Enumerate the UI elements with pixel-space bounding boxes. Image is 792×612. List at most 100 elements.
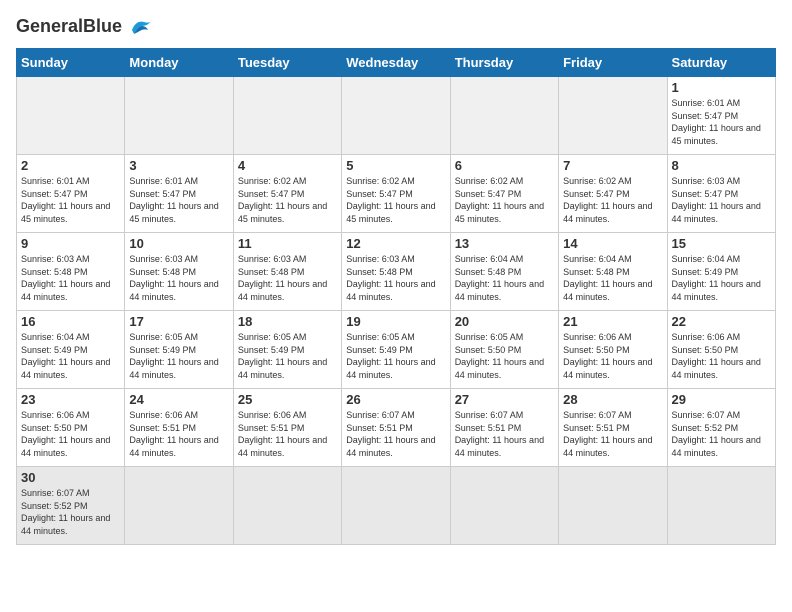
day-info: Sunrise: 6:07 AMSunset: 5:51 PMDaylight:… [455, 409, 554, 459]
week-row-0: 1 Sunrise: 6:01 AMSunset: 5:47 PMDaylight… [17, 77, 776, 155]
day-number: 7 [563, 158, 662, 173]
calendar-cell: 3Sunrise: 6:01 AMSunset: 5:47 PMDaylight… [125, 155, 233, 233]
weekday-header-tuesday: Tuesday [233, 49, 341, 77]
day-number: 12 [346, 236, 445, 251]
day-number: 13 [455, 236, 554, 251]
day-number: 22 [672, 314, 771, 329]
week-row-2: 9Sunrise: 6:03 AMSunset: 5:48 PMDaylight… [17, 233, 776, 311]
calendar-cell [559, 77, 667, 155]
day-info: Sunrise: 6:03 AMSunset: 5:47 PMDaylight:… [672, 175, 771, 225]
day-info: Sunrise: 6:04 AMSunset: 5:48 PMDaylight:… [455, 253, 554, 303]
day-number: 1 [672, 80, 771, 95]
weekday-header-thursday: Thursday [450, 49, 558, 77]
day-number: 19 [346, 314, 445, 329]
calendar-table: SundayMondayTuesdayWednesdayThursdayFrid… [16, 48, 776, 545]
calendar-cell: 11 Sunrise: 6:03 AMSunset: 5:48 PMDayligh… [233, 233, 341, 311]
day-number: 29 [672, 392, 771, 407]
day-info: Sunrise: 6:02 AMSunset: 5:47 PMDaylight:… [238, 175, 337, 225]
weekday-header-row: SundayMondayTuesdayWednesdayThursdayFrid… [17, 49, 776, 77]
day-number: 28 [563, 392, 662, 407]
calendar-cell: 21 Sunrise: 6:06 AMSunset: 5:50 PMDayligh… [559, 311, 667, 389]
calendar-cell [233, 77, 341, 155]
calendar-cell: 6 Sunrise: 6:02 AMSunset: 5:47 PMDaylight… [450, 155, 558, 233]
calendar-cell: 27 Sunrise: 6:07 AMSunset: 5:51 PMDayligh… [450, 389, 558, 467]
calendar-cell: 29Sunrise: 6:07 AMSunset: 5:52 PMDayligh… [667, 389, 775, 467]
calendar-cell: 9Sunrise: 6:03 AMSunset: 5:48 PMDaylight… [17, 233, 125, 311]
day-number: 5 [346, 158, 445, 173]
calendar-cell: 26Sunrise: 6:07 AMSunset: 5:51 PMDayligh… [342, 389, 450, 467]
calendar-cell [450, 77, 558, 155]
calendar-cell: 10Sunrise: 6:03 AMSunset: 5:48 PMDayligh… [125, 233, 233, 311]
header: General Blue [16, 16, 776, 40]
day-info: Sunrise: 6:06 AMSunset: 5:50 PMDaylight:… [21, 409, 120, 459]
day-info: Sunrise: 6:05 AMSunset: 5:49 PMDaylight:… [346, 331, 445, 381]
weekday-header-friday: Friday [559, 49, 667, 77]
day-info: Sunrise: 6:03 AMSunset: 5:48 PMDaylight:… [238, 253, 337, 303]
day-number: 16 [21, 314, 120, 329]
day-number: 21 [563, 314, 662, 329]
day-number: 24 [129, 392, 228, 407]
calendar-cell [233, 467, 341, 545]
day-number: 4 [238, 158, 337, 173]
day-number: 2 [21, 158, 120, 173]
day-number: 10 [129, 236, 228, 251]
calendar-cell: 30 Sunrise: 6:07 AMSunset: 5:52 PMDayligh… [17, 467, 125, 545]
day-number: 8 [672, 158, 771, 173]
calendar-cell: 2 Sunrise: 6:01 AMSunset: 5:47 PMDaylight… [17, 155, 125, 233]
day-info: Sunrise: 6:05 AMSunset: 5:49 PMDaylight:… [238, 331, 337, 381]
day-info: Sunrise: 6:02 AMSunset: 5:47 PMDaylight:… [346, 175, 445, 225]
day-number: 18 [238, 314, 337, 329]
calendar-cell [667, 467, 775, 545]
day-info: Sunrise: 6:02 AMSunset: 5:47 PMDaylight:… [455, 175, 554, 225]
day-info: Sunrise: 6:01 AMSunset: 5:47 PMDaylight:… [672, 97, 771, 147]
day-number: 11 [238, 236, 337, 251]
day-info: Sunrise: 6:06 AMSunset: 5:50 PMDaylight:… [563, 331, 662, 381]
day-info: Sunrise: 6:05 AMSunset: 5:49 PMDaylight:… [129, 331, 228, 381]
weekday-header-sunday: Sunday [17, 49, 125, 77]
logo-bird-icon [124, 16, 156, 38]
day-info: Sunrise: 6:05 AMSunset: 5:50 PMDaylight:… [455, 331, 554, 381]
calendar-cell: 14Sunrise: 6:04 AMSunset: 5:48 PMDayligh… [559, 233, 667, 311]
day-info: Sunrise: 6:06 AMSunset: 5:51 PMDaylight:… [129, 409, 228, 459]
day-info: Sunrise: 6:07 AMSunset: 5:51 PMDaylight:… [346, 409, 445, 459]
calendar-cell [559, 467, 667, 545]
calendar-cell: 25 Sunrise: 6:06 AMSunset: 5:51 PMDayligh… [233, 389, 341, 467]
week-row-4: 23Sunrise: 6:06 AMSunset: 5:50 PMDayligh… [17, 389, 776, 467]
calendar-cell: 8 Sunrise: 6:03 AMSunset: 5:47 PMDaylight… [667, 155, 775, 233]
weekday-header-wednesday: Wednesday [342, 49, 450, 77]
day-info: Sunrise: 6:07 AMSunset: 5:52 PMDaylight:… [21, 487, 120, 537]
day-info: Sunrise: 6:04 AMSunset: 5:49 PMDaylight:… [21, 331, 120, 381]
day-info: Sunrise: 6:07 AMSunset: 5:51 PMDaylight:… [563, 409, 662, 459]
calendar-cell: 12 Sunrise: 6:03 AMSunset: 5:48 PMDayligh… [342, 233, 450, 311]
week-row-1: 2 Sunrise: 6:01 AMSunset: 5:47 PMDaylight… [17, 155, 776, 233]
day-number: 17 [129, 314, 228, 329]
day-number: 15 [672, 236, 771, 251]
weekday-header-saturday: Saturday [667, 49, 775, 77]
calendar-cell: 16 Sunrise: 6:04 AMSunset: 5:49 PMDayligh… [17, 311, 125, 389]
calendar-cell: 7 Sunrise: 6:02 AMSunset: 5:47 PMDaylight… [559, 155, 667, 233]
day-number: 20 [455, 314, 554, 329]
day-number: 25 [238, 392, 337, 407]
calendar-cell: 1 Sunrise: 6:01 AMSunset: 5:47 PMDaylight… [667, 77, 775, 155]
day-info: Sunrise: 6:02 AMSunset: 5:47 PMDaylight:… [563, 175, 662, 225]
day-number: 3 [129, 158, 228, 173]
calendar-cell [450, 467, 558, 545]
calendar-cell: 17 Sunrise: 6:05 AMSunset: 5:49 PMDayligh… [125, 311, 233, 389]
calendar-cell: 23Sunrise: 6:06 AMSunset: 5:50 PMDayligh… [17, 389, 125, 467]
day-number: 30 [21, 470, 120, 485]
calendar-cell: 28 Sunrise: 6:07 AMSunset: 5:51 PMDayligh… [559, 389, 667, 467]
calendar-cell: 5 Sunrise: 6:02 AMSunset: 5:47 PMDaylight… [342, 155, 450, 233]
day-info: Sunrise: 6:03 AMSunset: 5:48 PMDaylight:… [21, 253, 120, 303]
calendar-cell: 4 Sunrise: 6:02 AMSunset: 5:47 PMDaylight… [233, 155, 341, 233]
day-number: 27 [455, 392, 554, 407]
day-number: 6 [455, 158, 554, 173]
day-info: Sunrise: 6:06 AMSunset: 5:50 PMDaylight:… [672, 331, 771, 381]
calendar-cell [17, 77, 125, 155]
day-info: Sunrise: 6:01 AMSunset: 5:47 PMDaylight:… [21, 175, 120, 225]
calendar-cell [342, 77, 450, 155]
logo: General Blue [16, 16, 156, 40]
day-info: Sunrise: 6:03 AMSunset: 5:48 PMDaylight:… [346, 253, 445, 303]
day-info: Sunrise: 6:06 AMSunset: 5:51 PMDaylight:… [238, 409, 337, 459]
day-info: Sunrise: 6:04 AMSunset: 5:49 PMDaylight:… [672, 253, 771, 303]
calendar-cell [125, 77, 233, 155]
